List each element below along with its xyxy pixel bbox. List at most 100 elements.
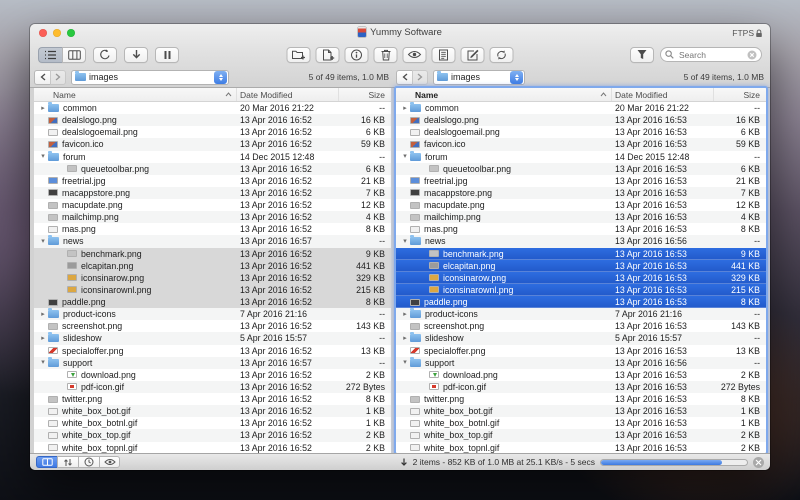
file-row[interactable]: iconsinarow.png13 Apr 2016 16:53329 KB <box>396 272 766 284</box>
file-row[interactable]: queuetoolbar.png13 Apr 2016 16:526 KB <box>34 163 391 175</box>
file-row[interactable]: favicon.ico13 Apr 2016 16:5259 KB <box>34 138 391 150</box>
forward-button[interactable] <box>50 70 66 85</box>
disclosure-closed-icon[interactable]: ▸ <box>400 335 410 342</box>
local-folder-popup[interactable]: images <box>71 70 229 85</box>
file-row[interactable]: ▾support13 Apr 2016 16:56-- <box>396 357 766 369</box>
file-row[interactable]: ▾news13 Apr 2016 16:56-- <box>396 235 766 247</box>
file-row[interactable]: benchmark.png13 Apr 2016 16:539 KB <box>396 248 766 260</box>
new-folder-button[interactable] <box>287 47 311 63</box>
disclosure-open-icon[interactable]: ▾ <box>38 153 48 160</box>
disclosure-open-icon[interactable]: ▾ <box>400 153 410 160</box>
column-header-name[interactable]: Name <box>396 88 612 101</box>
file-row[interactable]: specialoffer.png13 Apr 2016 16:5313 KB <box>396 345 766 357</box>
file-row[interactable]: paddle.png13 Apr 2016 16:528 KB <box>34 296 391 308</box>
file-row[interactable]: macappstore.png13 Apr 2016 16:527 KB <box>34 187 391 199</box>
file-row[interactable]: macappstore.png13 Apr 2016 16:537 KB <box>396 187 766 199</box>
show-hidden-button[interactable] <box>99 456 120 468</box>
download-button[interactable] <box>124 47 148 63</box>
file-row[interactable]: favicon.ico13 Apr 2016 16:5359 KB <box>396 138 766 150</box>
clear-search-icon[interactable] <box>747 50 757 60</box>
history-button[interactable] <box>78 456 99 468</box>
file-row[interactable]: ▸slideshow5 Apr 2016 15:57-- <box>396 332 766 344</box>
disclosure-closed-icon[interactable]: ▸ <box>400 105 410 112</box>
file-row[interactable]: ▸product-icons7 Apr 2016 21:16-- <box>396 308 766 320</box>
disclosure-open-icon[interactable]: ▾ <box>38 359 48 366</box>
file-row[interactable]: mas.png13 Apr 2016 16:538 KB <box>396 223 766 235</box>
search-field[interactable] <box>660 47 762 62</box>
view-list-button[interactable] <box>38 47 62 63</box>
file-row[interactable]: elcapitan.png13 Apr 2016 16:53441 KB <box>396 260 766 272</box>
file-row[interactable]: white_box_topnl.gif13 Apr 2016 16:522 KB <box>34 442 391 454</box>
file-row[interactable]: ▾forum14 Dec 2015 12:48-- <box>34 151 391 163</box>
search-input[interactable] <box>677 49 744 61</box>
disclosure-open-icon[interactable]: ▾ <box>400 359 410 366</box>
file-row[interactable]: pdf-icon.gif13 Apr 2016 16:52272 Bytes <box>34 381 391 393</box>
file-row[interactable]: download.png13 Apr 2016 16:532 KB <box>396 369 766 381</box>
file-row[interactable]: dealslogoemail.png13 Apr 2016 16:526 KB <box>34 126 391 138</box>
file-row[interactable]: dealslogo.png13 Apr 2016 16:5216 KB <box>34 114 391 126</box>
remote-file-list[interactable]: ▸common20 Mar 2016 21:22--dealslogo.png1… <box>396 102 766 453</box>
file-row[interactable]: white_box_topnl.gif13 Apr 2016 16:532 KB <box>396 442 766 454</box>
file-row[interactable]: macupdate.png13 Apr 2016 16:5212 KB <box>34 199 391 211</box>
back-button[interactable] <box>34 70 50 85</box>
disclosure-closed-icon[interactable]: ▸ <box>38 311 48 318</box>
file-row[interactable]: iconsinarow.png13 Apr 2016 16:52329 KB <box>34 272 391 284</box>
view-columns-button[interactable] <box>62 47 86 63</box>
disclosure-open-icon[interactable]: ▾ <box>400 238 410 245</box>
file-row[interactable]: dealslogo.png13 Apr 2016 16:5316 KB <box>396 114 766 126</box>
disclosure-closed-icon[interactable]: ▸ <box>38 105 48 112</box>
file-row[interactable]: white_box_bot.gif13 Apr 2016 16:521 KB <box>34 405 391 417</box>
cancel-transfer-button[interactable] <box>753 457 764 468</box>
file-row[interactable]: paddle.png13 Apr 2016 16:538 KB <box>396 296 766 308</box>
column-header-date[interactable]: Date Modified <box>237 88 339 101</box>
file-row[interactable]: twitter.png13 Apr 2016 16:528 KB <box>34 393 391 405</box>
file-row[interactable]: mailchimp.png13 Apr 2016 16:534 KB <box>396 211 766 223</box>
file-row[interactable]: ▸slideshow5 Apr 2016 15:57-- <box>34 332 391 344</box>
file-row[interactable]: iconsinarownl.png13 Apr 2016 16:52215 KB <box>34 284 391 296</box>
file-row[interactable]: white_box_botnl.gif13 Apr 2016 16:531 KB <box>396 417 766 429</box>
file-row[interactable]: macupdate.png13 Apr 2016 16:5312 KB <box>396 199 766 211</box>
file-row[interactable]: mailchimp.png13 Apr 2016 16:524 KB <box>34 211 391 223</box>
file-row[interactable]: freetrial.jpg13 Apr 2016 16:5221 KB <box>34 175 391 187</box>
file-row[interactable]: download.png13 Apr 2016 16:522 KB <box>34 369 391 381</box>
file-row[interactable]: elcapitan.png13 Apr 2016 16:52441 KB <box>34 260 391 272</box>
log-button[interactable] <box>432 47 456 63</box>
file-row[interactable]: ▸product-icons7 Apr 2016 21:16-- <box>34 308 391 320</box>
transfers-button[interactable] <box>57 456 78 468</box>
file-row[interactable]: screenshot.png13 Apr 2016 16:52143 KB <box>34 320 391 332</box>
disclosure-closed-icon[interactable]: ▸ <box>400 311 410 318</box>
file-row[interactable]: white_box_top.gif13 Apr 2016 16:522 KB <box>34 429 391 441</box>
file-row[interactable]: ▾forum14 Dec 2015 12:48-- <box>396 151 766 163</box>
file-row[interactable]: white_box_botnl.gif13 Apr 2016 16:521 KB <box>34 417 391 429</box>
back-button[interactable] <box>396 70 412 85</box>
preview-button[interactable] <box>403 47 427 63</box>
file-row[interactable]: iconsinarownl.png13 Apr 2016 16:53215 KB <box>396 284 766 296</box>
file-row[interactable]: ▾news13 Apr 2016 16:57-- <box>34 235 391 247</box>
new-file-button[interactable] <box>316 47 340 63</box>
file-row[interactable]: benchmark.png13 Apr 2016 16:529 KB <box>34 248 391 260</box>
edit-button[interactable] <box>461 47 485 63</box>
file-row[interactable]: screenshot.png13 Apr 2016 16:53143 KB <box>396 320 766 332</box>
titlebar[interactable]: Yummy Software FTPS <box>30 24 770 42</box>
file-row[interactable]: ▸common20 Mar 2016 21:22-- <box>34 102 391 114</box>
forward-button[interactable] <box>412 70 428 85</box>
file-row[interactable]: white_box_top.gif13 Apr 2016 16:532 KB <box>396 429 766 441</box>
file-row[interactable]: queuetoolbar.png13 Apr 2016 16:536 KB <box>396 163 766 175</box>
file-row[interactable]: pdf-icon.gif13 Apr 2016 16:53272 Bytes <box>396 381 766 393</box>
file-row[interactable]: white_box_bot.gif13 Apr 2016 16:531 KB <box>396 405 766 417</box>
column-header-size[interactable]: Size <box>714 88 766 101</box>
file-row[interactable]: freetrial.jpg13 Apr 2016 16:5321 KB <box>396 175 766 187</box>
file-row[interactable]: ▸common20 Mar 2016 21:22-- <box>396 102 766 114</box>
file-row[interactable]: mas.png13 Apr 2016 16:528 KB <box>34 223 391 235</box>
disclosure-closed-icon[interactable]: ▸ <box>38 335 48 342</box>
refresh-button[interactable] <box>93 47 117 63</box>
filter-button[interactable] <box>630 47 654 63</box>
delete-button[interactable] <box>374 47 398 63</box>
local-file-list[interactable]: ▸common20 Mar 2016 21:22--dealslogo.png1… <box>34 102 391 453</box>
file-row[interactable]: specialoffer.png13 Apr 2016 16:5213 KB <box>34 345 391 357</box>
column-header-date[interactable]: Date Modified <box>612 88 714 101</box>
sync-button[interactable] <box>490 47 514 63</box>
file-row[interactable]: dealslogoemail.png13 Apr 2016 16:536 KB <box>396 126 766 138</box>
file-row[interactable]: twitter.png13 Apr 2016 16:538 KB <box>396 393 766 405</box>
disclosure-open-icon[interactable]: ▾ <box>38 238 48 245</box>
